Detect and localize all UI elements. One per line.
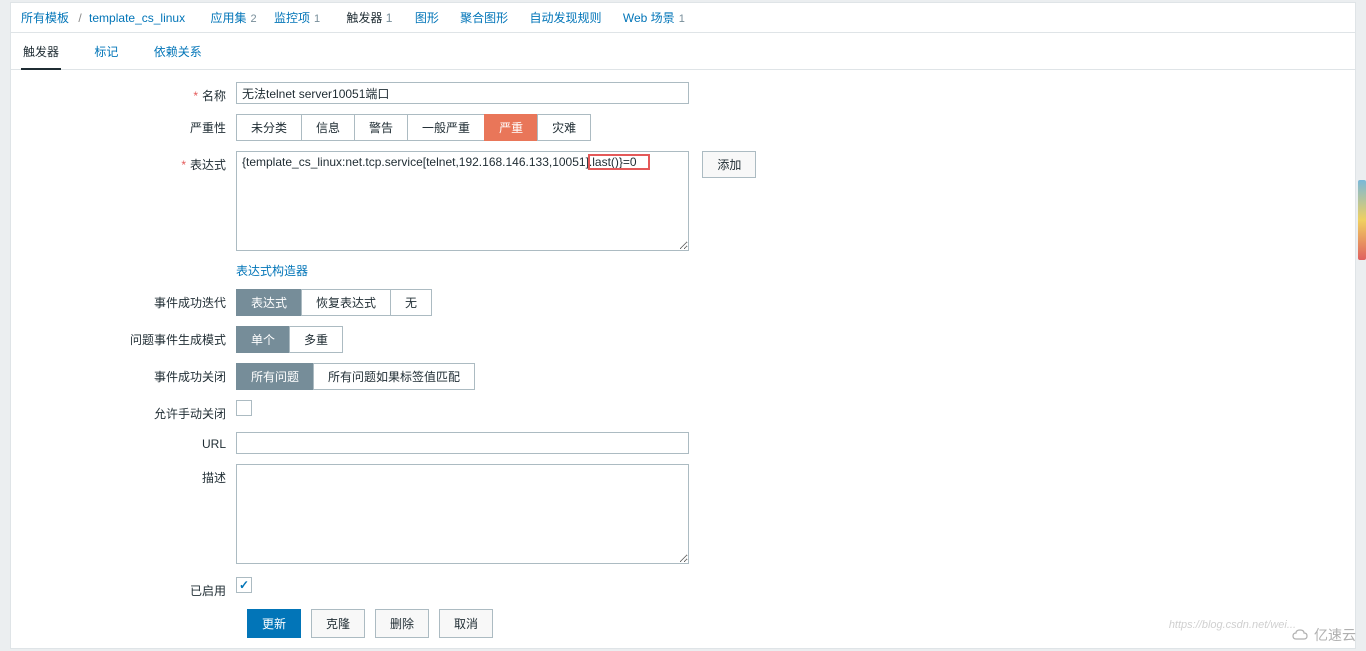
expression-label: 表达式 (21, 151, 236, 173)
expression-add-button[interactable]: 添加 (702, 151, 756, 178)
severity-disaster[interactable]: 灾难 (537, 114, 591, 141)
enabled-checkbox[interactable] (236, 577, 252, 593)
severity-warning[interactable]: 警告 (354, 114, 408, 141)
url-input[interactable] (236, 432, 689, 454)
severity-unclassified[interactable]: 未分类 (236, 114, 302, 141)
ok-event-none[interactable]: 无 (390, 289, 432, 316)
name-input[interactable] (236, 82, 689, 104)
problem-gen-label: 问题事件生成模式 (21, 326, 236, 348)
web-count: 1 (679, 13, 685, 25)
ok-event-expression[interactable]: 表达式 (236, 289, 302, 316)
severity-label: 严重性 (21, 114, 236, 136)
nav-screens[interactable]: 聚合图形 (460, 11, 508, 25)
cloud-icon (1290, 625, 1310, 645)
severity-average[interactable]: 一般严重 (407, 114, 485, 141)
manual-close-checkbox[interactable] (236, 400, 252, 416)
clone-button[interactable]: 克隆 (311, 609, 365, 638)
ok-event-gen-label: 事件成功迭代 (21, 289, 236, 311)
items-count: 1 (314, 13, 320, 25)
problem-gen-single[interactable]: 单个 (236, 326, 290, 353)
expression-textarea[interactable] (236, 151, 689, 251)
ok-close-label: 事件成功关闭 (21, 363, 236, 385)
tab-trigger[interactable]: 触发器 (21, 37, 61, 70)
breadcrumb: 所有模板 / template_cs_linux 应用集 2 监控项 1 触发器 1… (11, 3, 1355, 33)
name-label: 名称 (21, 82, 236, 104)
side-gradient-decoration (1358, 180, 1366, 260)
url-label: URL (21, 432, 236, 451)
description-label: 描述 (21, 464, 236, 486)
trigger-form: 名称 严重性 未分类 信息 警告 一般严重 严重 灾难 表达式 (11, 70, 1355, 648)
expression-builder-link[interactable]: 表达式构造器 (236, 264, 308, 278)
tab-tags[interactable]: 标记 (92, 37, 120, 68)
description-textarea[interactable] (236, 464, 689, 564)
severity-info[interactable]: 信息 (301, 114, 355, 141)
nav-triggers-active[interactable]: 触发器 1 (337, 5, 401, 31)
nav-items[interactable]: 监控项 (274, 11, 310, 25)
nav-apps[interactable]: 应用集 (210, 11, 246, 25)
apps-count: 2 (250, 13, 256, 25)
breadcrumb-separator: / (78, 11, 81, 25)
ok-close-tag[interactable]: 所有问题如果标签值匹配 (313, 363, 475, 390)
nav-discovery[interactable]: 自动发现规则 (530, 11, 602, 25)
update-button[interactable]: 更新 (247, 609, 301, 638)
problem-gen-multiple[interactable]: 多重 (289, 326, 343, 353)
logo-watermark: 亿速云 (1290, 625, 1356, 645)
severity-high[interactable]: 严重 (484, 114, 538, 141)
nav-graphs[interactable]: 图形 (415, 11, 439, 25)
breadcrumb-template[interactable]: template_cs_linux (89, 11, 185, 25)
watermark-text: https://blog.csdn.net/wei... (1169, 619, 1296, 631)
ok-close-all[interactable]: 所有问题 (236, 363, 314, 390)
delete-button[interactable]: 删除 (375, 609, 429, 638)
form-tabs: 触发器 标记 依赖关系 (11, 33, 1355, 70)
cancel-button[interactable]: 取消 (439, 609, 493, 638)
ok-event-recovery[interactable]: 恢复表达式 (301, 289, 391, 316)
breadcrumb-all-templates[interactable]: 所有模板 (21, 11, 69, 25)
triggers-count: 1 (386, 11, 393, 25)
manual-close-label: 允许手动关闭 (21, 400, 236, 422)
tab-dependencies[interactable]: 依赖关系 (152, 37, 204, 68)
enabled-label: 已启用 (21, 577, 236, 599)
nav-web[interactable]: Web 场景 (623, 11, 675, 25)
